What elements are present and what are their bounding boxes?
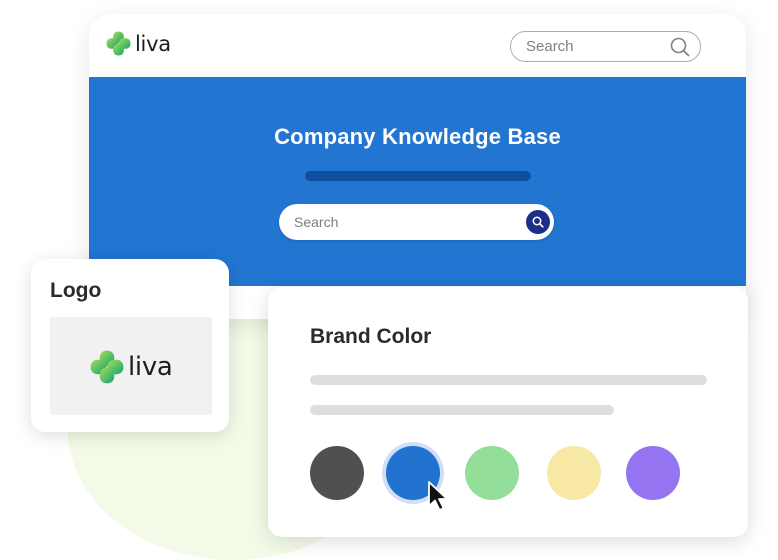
top-navbar: liva Search [89,14,746,77]
mouse-pointer-icon [428,481,448,511]
color-swatch-dark-gray[interactable] [310,446,364,500]
color-swatch-purple[interactable] [626,446,680,500]
header-search-placeholder: Search [526,38,574,55]
color-swatch-yellow[interactable] [547,446,601,500]
clover-logo-icon [106,31,131,56]
clover-logo-icon [90,350,124,384]
hero-search-button[interactable] [526,210,550,234]
logo-preview-area[interactable]: liva [50,317,212,415]
brand-wordmark: liva [135,31,171,56]
hero-banner: Company Knowledge Base Search [89,77,746,286]
brand-logo[interactable]: liva [106,31,171,56]
placeholder-line [310,405,614,415]
hero-search-input[interactable]: Search [279,204,554,240]
preview-brand-wordmark: liva [128,352,173,382]
placeholder-line [310,375,707,385]
hero-subtitle-placeholder-bar [305,171,531,181]
color-swatch-green[interactable] [465,446,519,500]
logo-card-title: Logo [50,279,102,302]
search-icon[interactable] [670,37,690,57]
header-search-input[interactable]: Search [510,31,701,62]
hero-search-placeholder: Search [294,214,339,230]
search-icon [532,216,544,228]
brand-color-title: Brand Color [310,325,432,348]
hero-title: Company Knowledge Base [274,124,561,149]
preview-brand-logo: liva [90,350,173,384]
brand-color-card: Brand Color [268,287,748,537]
logo-settings-card: Logo liva [31,259,229,432]
